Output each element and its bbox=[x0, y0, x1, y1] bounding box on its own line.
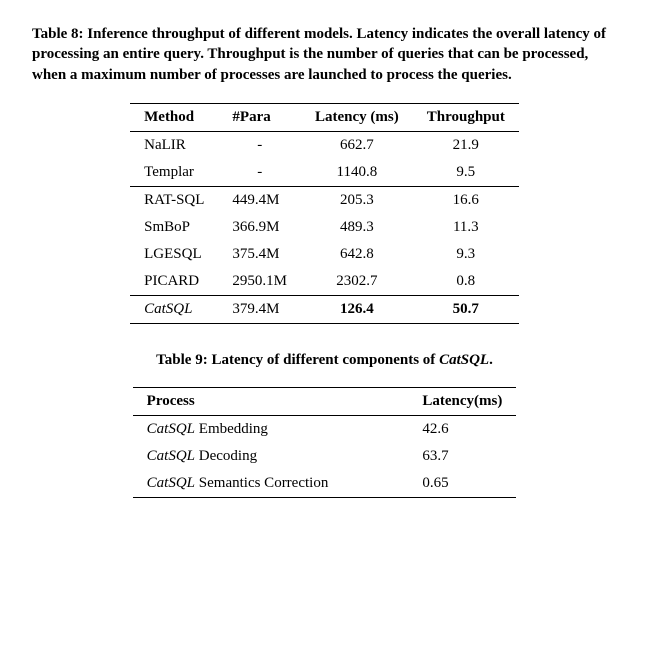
col-throughput: Throughput bbox=[413, 103, 519, 131]
cell-latency: 489.3 bbox=[301, 214, 413, 241]
cell-latency: 42.6 bbox=[408, 415, 516, 443]
process-rest: Embedding bbox=[195, 421, 268, 437]
table-row: CatSQL Semantics Correction 0.65 bbox=[133, 470, 517, 498]
table9-header-row: Process Latency(ms) bbox=[133, 387, 517, 415]
cell-throughput: 0.8 bbox=[413, 268, 519, 296]
cell-process: CatSQL Semantics Correction bbox=[133, 470, 409, 498]
table-row: SmBoP 366.9M 489.3 11.3 bbox=[130, 214, 519, 241]
process-name: CatSQL bbox=[147, 475, 195, 491]
cell-method: Templar bbox=[130, 159, 218, 187]
table-row: CatSQL Embedding 42.6 bbox=[133, 415, 517, 443]
table9: Process Latency(ms) CatSQL Embedding 42.… bbox=[133, 387, 517, 498]
table-row: CatSQL Decoding 63.7 bbox=[133, 443, 517, 470]
caption-em: CatSQL bbox=[439, 352, 489, 368]
cell-para: 366.9M bbox=[218, 214, 301, 241]
cell-process: CatSQL Embedding bbox=[133, 415, 409, 443]
cell-para: - bbox=[218, 159, 301, 187]
cell-para: 449.4M bbox=[218, 186, 301, 214]
cell-throughput: 50.7 bbox=[413, 295, 519, 323]
table8-header-row: Method #Para Latency (ms) Throughput bbox=[130, 103, 519, 131]
cell-latency: 2302.7 bbox=[301, 268, 413, 296]
cell-throughput: 9.5 bbox=[413, 159, 519, 187]
cell-throughput: 11.3 bbox=[413, 214, 519, 241]
col-latency: Latency(ms) bbox=[408, 387, 516, 415]
col-para: #Para bbox=[218, 103, 301, 131]
cell-para: 2950.1M bbox=[218, 268, 301, 296]
cell-para: 375.4M bbox=[218, 241, 301, 268]
cell-method: LGESQL bbox=[130, 241, 218, 268]
cell-latency: 662.7 bbox=[301, 131, 413, 159]
cell-throughput: 16.6 bbox=[413, 186, 519, 214]
process-rest: Decoding bbox=[195, 448, 257, 464]
process-name: CatSQL bbox=[147, 421, 195, 437]
caption-text: Table 9: Latency of different components… bbox=[156, 352, 439, 368]
process-name: CatSQL bbox=[147, 448, 195, 464]
col-latency: Latency (ms) bbox=[301, 103, 413, 131]
cell-method: CatSQL bbox=[130, 295, 218, 323]
cell-method: PICARD bbox=[130, 268, 218, 296]
table-row: LGESQL 375.4M 642.8 9.3 bbox=[130, 241, 519, 268]
cell-latency: 1140.8 bbox=[301, 159, 413, 187]
caption-suffix: . bbox=[489, 352, 493, 368]
table-row: RAT-SQL 449.4M 205.3 16.6 bbox=[130, 186, 519, 214]
cell-para: 379.4M bbox=[218, 295, 301, 323]
cell-latency: 205.3 bbox=[301, 186, 413, 214]
cell-method: SmBoP bbox=[130, 214, 218, 241]
cell-throughput: 21.9 bbox=[413, 131, 519, 159]
table-row-highlight: CatSQL 379.4M 126.4 50.7 bbox=[130, 295, 519, 323]
cell-latency: 642.8 bbox=[301, 241, 413, 268]
table8: Method #Para Latency (ms) Throughput NaL… bbox=[130, 103, 519, 324]
col-process: Process bbox=[133, 387, 409, 415]
cell-throughput: 9.3 bbox=[413, 241, 519, 268]
cell-latency: 63.7 bbox=[408, 443, 516, 470]
cell-para: - bbox=[218, 131, 301, 159]
col-method: Method bbox=[130, 103, 218, 131]
process-rest: Semantics Correction bbox=[195, 475, 328, 491]
cell-method: NaLIR bbox=[130, 131, 218, 159]
cell-method: RAT-SQL bbox=[130, 186, 218, 214]
table-row: PICARD 2950.1M 2302.7 0.8 bbox=[130, 268, 519, 296]
cell-latency: 126.4 bbox=[301, 295, 413, 323]
table9-caption: Table 9: Latency of different components… bbox=[32, 352, 617, 369]
table-row: Templar - 1140.8 9.5 bbox=[130, 159, 519, 187]
table-row: NaLIR - 662.7 21.9 bbox=[130, 131, 519, 159]
cell-latency: 0.65 bbox=[408, 470, 516, 498]
cell-process: CatSQL Decoding bbox=[133, 443, 409, 470]
table8-caption: Table 8: Inference throughput of differe… bbox=[32, 24, 617, 85]
